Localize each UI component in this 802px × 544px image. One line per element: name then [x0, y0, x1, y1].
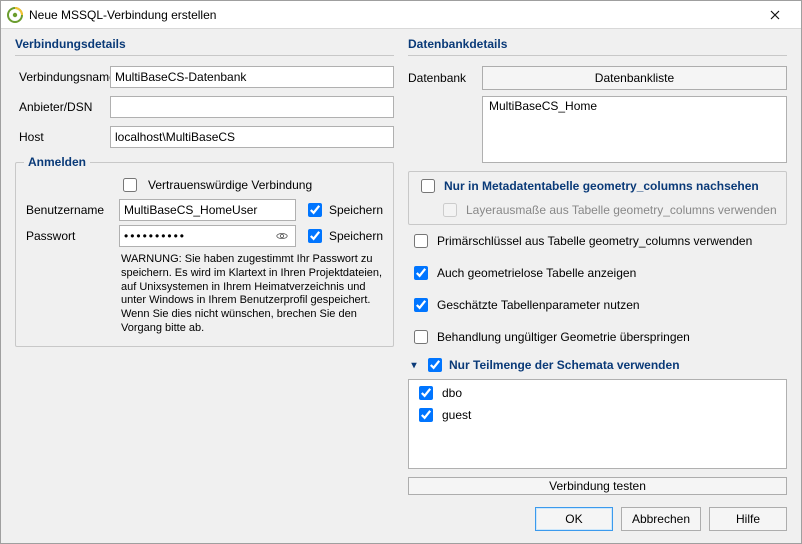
row-connection-name: Verbindungsname [15, 66, 394, 88]
schema-subset-label: Nur Teilmenge der Schemata verwenden [449, 358, 680, 372]
row-database: Datenbank Datenbankliste [408, 66, 787, 90]
dialog-button-row: OK Abbrechen Hilfe [1, 499, 801, 543]
show-geometryless-checkbox[interactable] [414, 266, 428, 280]
pk-geometry-columns-label: Primärschlüssel aus Tabelle geometry_col… [437, 234, 752, 248]
password-warning: WARNUNG: Sie haben zugestimmt Ihr Passwo… [121, 253, 383, 336]
layer-extent-checkbox [443, 203, 457, 217]
login-group: Anmelden Vertrauenswürdige Verbindung Be… [15, 162, 394, 347]
ok-button[interactable]: OK [535, 507, 613, 531]
row-host: Host [15, 126, 394, 148]
database-details-heading: Datenbankdetails [408, 37, 787, 53]
schema-collapse-toggle[interactable]: ▾ [408, 360, 420, 371]
pk-geometry-columns-checkbox[interactable] [414, 234, 428, 248]
separator [15, 55, 394, 56]
save-username-wrap: Speichern [304, 200, 383, 220]
login-group-title: Anmelden [24, 155, 90, 169]
row-trusted: Vertrauenswürdige Verbindung [26, 175, 383, 195]
schema-name: dbo [442, 386, 462, 400]
database-details-pane: Datenbankdetails Datenbank Datenbanklist… [408, 37, 787, 499]
host-input[interactable] [110, 126, 394, 148]
save-password-wrap: Speichern [304, 226, 383, 246]
schema-checkbox-dbo[interactable] [419, 386, 433, 400]
schema-subset-header: ▾ Nur Teilmenge der Schemata verwenden [408, 355, 787, 375]
save-password-label: Speichern [329, 229, 383, 243]
show-geometryless-label: Auch geometrielose Tabelle anzeigen [437, 266, 636, 280]
test-connection-button[interactable]: Verbindung testen [408, 477, 787, 495]
connection-details-pane: Verbindungsdetails Verbindungsname Anbie… [15, 37, 394, 499]
database-list-button[interactable]: Datenbankliste [482, 66, 787, 90]
database-list-item[interactable]: MultiBaseCS_Home [483, 97, 786, 115]
provider-input[interactable] [110, 96, 394, 118]
window-title: Neue MSSQL-Verbindung erstellen [29, 8, 755, 22]
estimate-params-checkbox[interactable] [414, 298, 428, 312]
password-label: Passwort [26, 229, 111, 243]
help-button[interactable]: Hilfe [709, 507, 787, 531]
trusted-connection-label: Vertrauenswürdige Verbindung [148, 178, 312, 192]
layer-extent-label: Layerausmaße aus Tabelle geometry_column… [466, 203, 777, 217]
connection-details-heading: Verbindungsdetails [15, 37, 394, 53]
separator [408, 55, 787, 56]
row-password: Passwort Speichern [26, 225, 383, 247]
schema-subset-checkbox[interactable] [428, 358, 442, 372]
skip-invalid-geometry-checkbox[interactable] [414, 330, 428, 344]
database-label: Datenbank [408, 71, 476, 85]
schema-checkbox-guest[interactable] [419, 408, 433, 422]
username-input[interactable] [119, 199, 296, 221]
schema-row: guest [413, 404, 782, 426]
titlebar: Neue MSSQL-Verbindung erstellen [1, 1, 801, 29]
username-label: Benutzername [26, 203, 111, 217]
provider-label: Anbieter/DSN [15, 100, 110, 114]
row-geomless: Auch geometrielose Tabelle anzeigen [410, 263, 785, 283]
row-pk-geom: Primärschlüssel aus Tabelle geometry_col… [410, 231, 785, 251]
host-label: Host [15, 130, 110, 144]
only-geometry-columns-checkbox[interactable] [421, 179, 435, 193]
cancel-button[interactable]: Abbrechen [621, 507, 701, 531]
save-username-checkbox[interactable] [308, 203, 322, 217]
trusted-connection-checkbox[interactable] [123, 178, 137, 192]
skip-invalid-geometry-label: Behandlung ungültiger Geometrie überspri… [437, 330, 690, 344]
save-password-checkbox[interactable] [308, 229, 322, 243]
geometry-columns-group: Nur in Metadatentabelle geometry_columns… [408, 171, 787, 225]
row-provider: Anbieter/DSN [15, 96, 394, 118]
schema-name: guest [442, 408, 471, 422]
app-icon [7, 7, 23, 23]
dialog-window: Neue MSSQL-Verbindung erstellen Verbindu… [0, 0, 802, 544]
eye-icon [276, 230, 288, 242]
save-username-label: Speichern [329, 203, 383, 217]
row-estimate: Geschätzte Tabellenparameter nutzen [410, 295, 785, 315]
row-username: Benutzername Speichern [26, 199, 383, 221]
only-geometry-columns-label: Nur in Metadatentabelle geometry_columns… [444, 179, 759, 193]
schema-listbox[interactable]: dbo guest [408, 379, 787, 469]
schema-row: dbo [413, 382, 782, 404]
dialog-content: Verbindungsdetails Verbindungsname Anbie… [1, 29, 801, 499]
row-invalid-geom: Behandlung ungültiger Geometrie überspri… [410, 327, 785, 347]
estimate-params-label: Geschätzte Tabellenparameter nutzen [437, 298, 640, 312]
connection-name-input[interactable] [110, 66, 394, 88]
toggle-password-visibility[interactable] [270, 226, 294, 246]
close-icon [770, 10, 780, 20]
close-button[interactable] [755, 1, 795, 29]
connection-name-label: Verbindungsname [15, 70, 110, 84]
database-listbox[interactable]: MultiBaseCS_Home [482, 96, 787, 163]
